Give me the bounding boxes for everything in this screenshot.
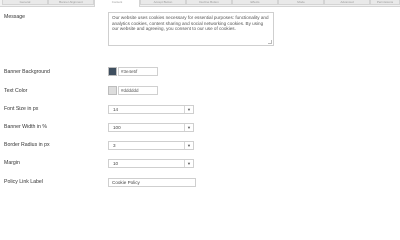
- border-radius-label: Border Radius in px: [4, 142, 50, 148]
- policy-link-label: Policy Link Label: [4, 179, 43, 185]
- tab-banner-alignment[interactable]: Banner Alignment: [48, 0, 94, 5]
- text-color-label: Text Color: [4, 88, 28, 94]
- font-size-label: Font Size in px: [4, 106, 39, 112]
- tab-general[interactable]: General: [2, 0, 48, 5]
- margin-select[interactable]: 10 ▼: [108, 159, 194, 168]
- margin-value: 10: [113, 161, 119, 166]
- font-size-row: Font Size in px: [0, 102, 400, 116]
- text-color-swatch[interactable]: [108, 86, 117, 95]
- banner-background-swatch[interactable]: [108, 67, 117, 76]
- tab-permissions[interactable]: Permissions: [370, 0, 400, 5]
- banner-background-picker[interactable]: #3e4e5f: [108, 67, 158, 76]
- chevron-down-icon: ▼: [184, 124, 193, 131]
- tab-accept-button[interactable]: Accept Button: [140, 0, 186, 5]
- tab-content[interactable]: Content: [94, 0, 140, 7]
- resize-handle[interactable]: [268, 40, 272, 44]
- chevron-down-icon: ▼: [184, 142, 193, 149]
- tab-advanced[interactable]: Advanced: [324, 0, 370, 5]
- message-textarea[interactable]: Our website uses cookies necessary for e…: [108, 12, 274, 46]
- message-label: Message: [4, 14, 26, 20]
- border-radius-value: 3: [113, 143, 116, 148]
- chevron-down-icon: ▼: [184, 106, 193, 113]
- tab-mode[interactable]: Mode: [278, 0, 324, 5]
- message-text: Our website uses cookies necessary for e…: [112, 15, 269, 32]
- font-size-select[interactable]: 14 ▼: [108, 105, 194, 114]
- chevron-down-icon: ▼: [184, 160, 193, 167]
- banner-background-row: Banner Background: [0, 65, 400, 79]
- policy-link-row: Policy Link Label: [0, 175, 400, 189]
- banner-background-input[interactable]: #3e4e5f: [118, 67, 158, 76]
- text-color-picker[interactable]: #dddddd: [108, 86, 158, 95]
- border-radius-select[interactable]: 3 ▼: [108, 141, 194, 150]
- banner-width-row: Banner Width in %: [0, 120, 400, 134]
- tab-bar: General Banner Alignment Content Accept …: [0, 0, 400, 7]
- margin-row: Margin: [0, 156, 400, 170]
- text-color-input[interactable]: #dddddd: [118, 86, 158, 95]
- banner-width-select[interactable]: 100 ▼: [108, 123, 194, 132]
- banner-width-label: Banner Width in %: [4, 124, 47, 130]
- policy-link-input[interactable]: Cookie Policy: [108, 178, 196, 187]
- policy-link-value: Cookie Policy: [112, 180, 140, 185]
- font-size-value: 14: [113, 107, 119, 112]
- banner-width-value: 100: [113, 125, 121, 130]
- margin-label: Margin: [4, 160, 20, 166]
- text-color-row: Text Color: [0, 84, 400, 98]
- border-radius-row: Border Radius in px: [0, 138, 400, 152]
- tab-decline-button[interactable]: Decline Button: [186, 0, 232, 5]
- tab-effects[interactable]: Effects: [232, 0, 278, 5]
- banner-background-label: Banner Background: [4, 69, 50, 75]
